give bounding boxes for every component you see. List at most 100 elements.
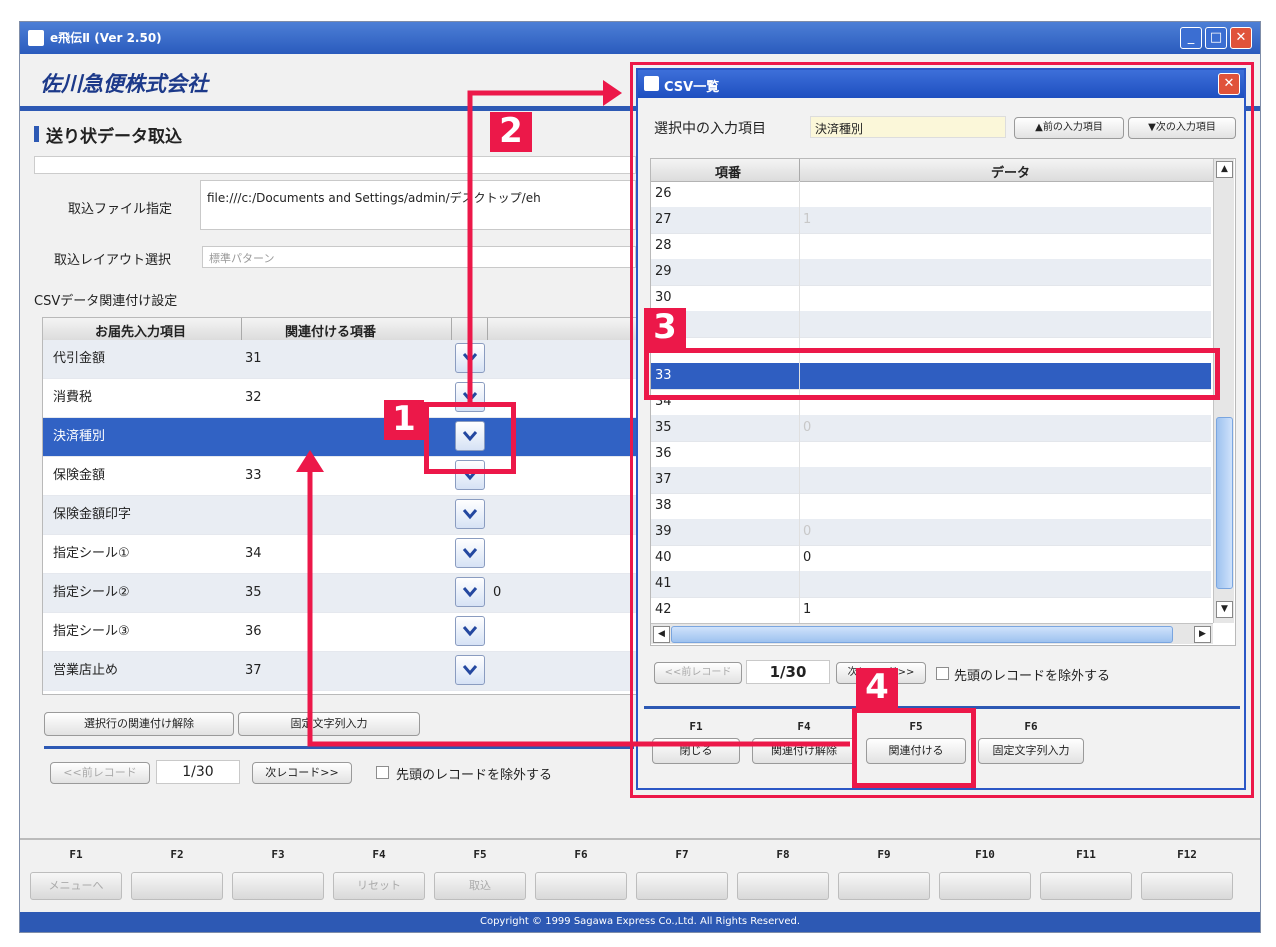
csv-row[interactable]: 30 bbox=[651, 285, 1211, 312]
csv-row[interactable]: 29 bbox=[651, 259, 1211, 286]
scroll-right-arrow[interactable]: ▶ bbox=[1194, 626, 1211, 643]
csv-next-record-button[interactable]: 次レコード>> bbox=[836, 662, 926, 684]
row-dropdown-button[interactable] bbox=[455, 616, 485, 646]
row-dropdown-button[interactable] bbox=[455, 343, 485, 373]
row-dropdown-button[interactable] bbox=[455, 460, 485, 490]
csv-cell-number: 26 bbox=[655, 186, 672, 201]
row-dropdown-button[interactable] bbox=[455, 421, 485, 451]
fkey-button-f5[interactable]: 取込 bbox=[434, 872, 526, 900]
grid-row[interactable]: 保険金額印字 bbox=[43, 496, 637, 535]
grid-body: 代引金額 31 消費税 32 決済種別 保険金額 33 保険金額印字 指定シール① 34 指定シール… bbox=[43, 340, 637, 692]
file-path-field[interactable]: file:///c:/Documents and Settings/admin/… bbox=[200, 180, 636, 230]
grid-row[interactable]: 指定シール③ 36 bbox=[43, 613, 637, 652]
csv-column-separator bbox=[799, 233, 800, 259]
grid-row[interactable]: 指定シール② 35 0 bbox=[43, 574, 637, 613]
layout-select-value: 標準パターン bbox=[209, 252, 275, 265]
row-dropdown-button[interactable] bbox=[455, 499, 485, 529]
csv-row[interactable]: 28 bbox=[651, 233, 1211, 260]
csv-record-counter[interactable]: 1/30 bbox=[746, 660, 830, 684]
layout-select[interactable]: 標準パターン bbox=[202, 246, 636, 268]
fixed-text-button[interactable]: 固定文字列入力 bbox=[238, 712, 420, 736]
next-record-button[interactable]: 次レコード>> bbox=[252, 762, 352, 784]
csv-row[interactable]: 39 0 bbox=[651, 519, 1211, 546]
csv-exclude-first-checkbox[interactable] bbox=[936, 667, 949, 680]
maximize-button[interactable]: □ bbox=[1205, 27, 1227, 49]
csv-window: CSV一覧 ✕ 選択中の入力項目 決済種別 ▲前の入力項目 ▼次の入力項目 項番… bbox=[636, 68, 1246, 790]
scroll-thumb[interactable] bbox=[1216, 417, 1233, 589]
next-item-button[interactable]: ▼次の入力項目 bbox=[1128, 117, 1236, 139]
grid-cell-item: 消費税 bbox=[53, 390, 93, 405]
csv-cell-number: 37 bbox=[655, 472, 672, 487]
csv-fkey-button-f4[interactable]: 関連付け解除 bbox=[752, 738, 856, 764]
clear-link-button[interactable]: 選択行の関連付け解除 bbox=[44, 712, 234, 736]
grid-row[interactable]: 代引金額 31 bbox=[43, 340, 637, 379]
csv-fkey-button-f6[interactable]: 固定文字列入力 bbox=[978, 738, 1084, 764]
grid-cell-item: 保険金額 bbox=[53, 468, 106, 483]
csv-title-bar: CSV一覧 ✕ bbox=[638, 70, 1244, 98]
row-dropdown-button[interactable] bbox=[455, 655, 485, 685]
grid-row[interactable]: 営業店止め 37 bbox=[43, 652, 637, 691]
fkey-button-f10[interactable] bbox=[939, 872, 1031, 900]
csv-cell-number: 29 bbox=[655, 264, 672, 279]
scroll-down-arrow[interactable]: ▼ bbox=[1216, 601, 1233, 618]
fkey-button-f7[interactable] bbox=[636, 872, 728, 900]
csv-row[interactable]: 32 bbox=[651, 337, 1211, 364]
csv-fkey-button-f1[interactable]: 閉じる bbox=[652, 738, 740, 764]
exclude-first-checkbox[interactable] bbox=[376, 766, 389, 779]
file-path-value: file:///c:/Documents and Settings/admin/… bbox=[207, 191, 541, 205]
fkey-label-f6: F6 bbox=[574, 848, 588, 861]
csv-col-data: データ bbox=[991, 166, 1031, 181]
grid-row[interactable]: 消費税 32 bbox=[43, 379, 637, 418]
prev-record-button[interactable]: <<前レコード bbox=[50, 762, 150, 784]
hscroll-thumb[interactable] bbox=[671, 626, 1173, 643]
grid-row[interactable]: 決済種別 bbox=[43, 418, 637, 457]
fkey-button-f3[interactable] bbox=[232, 872, 324, 900]
csv-row[interactable]: 42 1 bbox=[651, 597, 1211, 623]
record-counter[interactable]: 1/30 bbox=[156, 760, 240, 784]
csv-title: CSV一覧 bbox=[664, 80, 720, 95]
scroll-up-arrow[interactable]: ▲ bbox=[1216, 161, 1233, 178]
csv-cell-number: 27 bbox=[655, 212, 672, 227]
fkey-button-f9[interactable] bbox=[838, 872, 930, 900]
fkey-button-f2[interactable] bbox=[131, 872, 223, 900]
csv-row[interactable]: 37 bbox=[651, 467, 1211, 494]
scroll-left-arrow[interactable]: ◀ bbox=[653, 626, 670, 643]
csv-vertical-scrollbar[interactable]: ▲ ▼ bbox=[1213, 159, 1234, 623]
fkey-button-f1[interactable]: メニューへ bbox=[30, 872, 122, 900]
csv-close-button[interactable]: ✕ bbox=[1218, 73, 1240, 95]
fkey-button-f8[interactable] bbox=[737, 872, 829, 900]
row-dropdown-button[interactable] bbox=[455, 382, 485, 412]
csv-horizontal-scrollbar[interactable]: ◀ ▶ bbox=[651, 623, 1213, 644]
fkey-button-f12[interactable] bbox=[1141, 872, 1233, 900]
csv-fkey-divider bbox=[644, 706, 1240, 709]
csv-row[interactable]: 36 bbox=[651, 441, 1211, 468]
grid-row[interactable]: 指定シール① 34 bbox=[43, 535, 637, 574]
csv-row[interactable]: 35 0 bbox=[651, 415, 1211, 442]
fkey-button-f6[interactable] bbox=[535, 872, 627, 900]
csv-row[interactable]: 38 bbox=[651, 493, 1211, 520]
fkey-label-f3: F3 bbox=[271, 848, 285, 861]
csv-row[interactable]: 33 bbox=[651, 363, 1211, 390]
close-button[interactable]: ✕ bbox=[1230, 27, 1252, 49]
csv-row[interactable]: 40 0 bbox=[651, 545, 1211, 572]
row-dropdown-button[interactable] bbox=[455, 538, 485, 568]
csv-row[interactable]: 27 1 bbox=[651, 207, 1211, 234]
csv-cell-number: 32 bbox=[655, 342, 672, 357]
prev-item-button[interactable]: ▲前の入力項目 bbox=[1014, 117, 1124, 139]
fkey-label-f10: F10 bbox=[975, 848, 995, 861]
grid-row[interactable]: 保険金額 33 bbox=[43, 457, 637, 496]
csv-row[interactable]: 34 bbox=[651, 389, 1211, 416]
minimize-button[interactable]: _ bbox=[1180, 27, 1202, 49]
fkey-button-f4[interactable]: リセット bbox=[333, 872, 425, 900]
csv-row[interactable]: 31 bbox=[651, 311, 1211, 338]
fkey-button-f11[interactable] bbox=[1040, 872, 1132, 900]
csv-fkey-label-f4: F4 bbox=[797, 720, 811, 733]
csv-prev-record-button[interactable]: <<前レコード bbox=[654, 662, 742, 684]
row-dropdown-button[interactable] bbox=[455, 577, 485, 607]
csv-column-separator bbox=[799, 545, 800, 571]
csv-fkey-button-f5[interactable]: 関連付ける bbox=[866, 738, 966, 764]
csv-row[interactable]: 41 bbox=[651, 571, 1211, 598]
grid-cell-item: 代引金額 bbox=[53, 351, 106, 366]
csv-row[interactable]: 26 bbox=[651, 181, 1211, 208]
csv-cell-data: 0 bbox=[803, 550, 812, 565]
